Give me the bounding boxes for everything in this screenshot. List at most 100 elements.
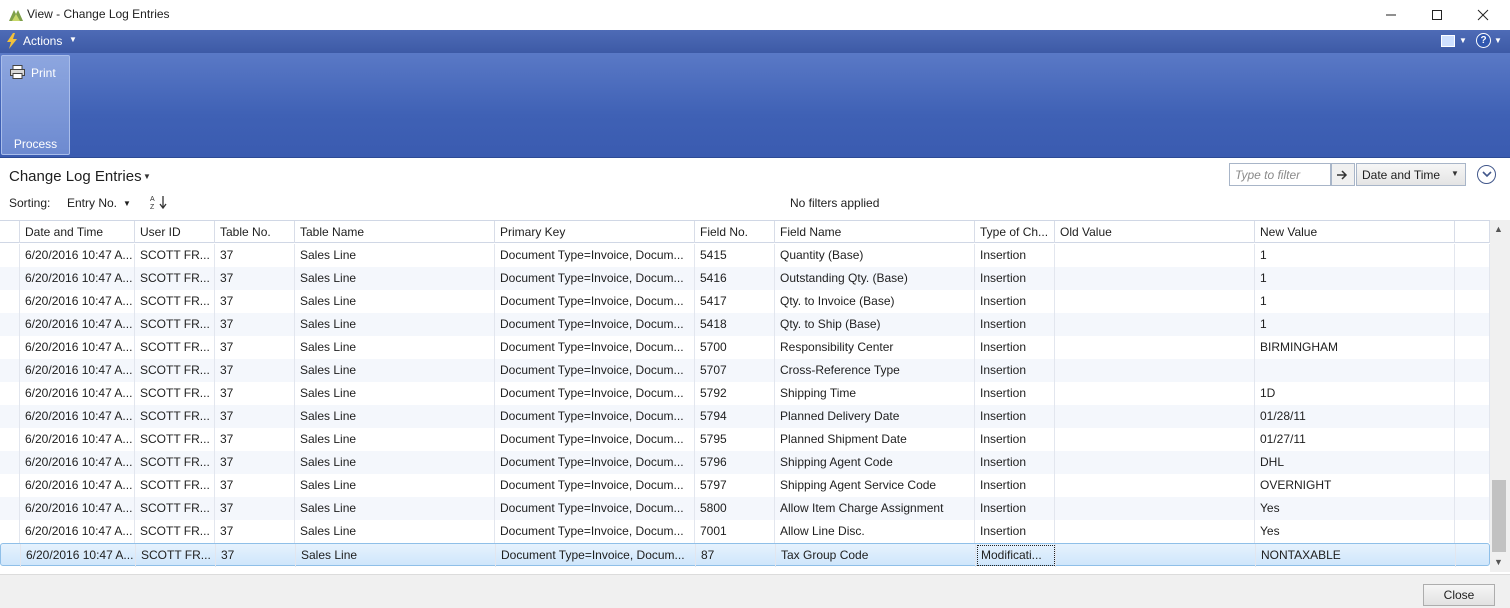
cell-type-of-change[interactable]: Insertion xyxy=(975,313,1055,336)
cell-field-name[interactable]: Allow Line Disc. xyxy=(775,520,975,543)
cell-type-of-change[interactable]: Insertion xyxy=(975,428,1055,451)
cell-new-value[interactable]: DHL xyxy=(1255,451,1455,474)
cell-user-id[interactable]: SCOTT FR... xyxy=(135,313,215,336)
apply-filter-button[interactable] xyxy=(1331,163,1355,186)
row-selector[interactable] xyxy=(0,474,20,497)
table-row[interactable]: 6/20/2016 10:47 A... SCOTT FR... 37 Sales L… xyxy=(0,336,1490,359)
cell-field-name[interactable]: Allow Item Charge Assignment xyxy=(775,497,975,520)
cell-primary-key[interactable]: Document Type=Invoice, Docum... xyxy=(495,520,695,543)
cell-table-name[interactable]: Sales Line xyxy=(295,290,495,313)
cell-field-name[interactable]: Qty. to Ship (Base) xyxy=(775,313,975,336)
row-selector[interactable] xyxy=(0,359,20,382)
cell-field-name[interactable]: Shipping Agent Code xyxy=(775,451,975,474)
chevron-down-icon[interactable]: ▼ xyxy=(69,35,77,44)
cell-field-no[interactable]: 5417 xyxy=(695,290,775,313)
table-row[interactable]: 6/20/2016 10:47 A... SCOTT FR... 37 Sales L… xyxy=(0,428,1490,451)
cell-new-value[interactable]: 1 xyxy=(1255,267,1455,290)
cell-date-time[interactable]: 6/20/2016 10:47 A... xyxy=(20,267,135,290)
cell-old-value[interactable] xyxy=(1055,313,1255,336)
cell-user-id[interactable]: SCOTT FR... xyxy=(136,544,216,567)
cell-field-no[interactable]: 87 xyxy=(696,544,776,567)
cell-new-value[interactable]: 1 xyxy=(1255,313,1455,336)
cell-primary-key[interactable]: Document Type=Invoice, Docum... xyxy=(495,267,695,290)
cell-table-name[interactable]: Sales Line xyxy=(295,313,495,336)
cell-field-no[interactable]: 5416 xyxy=(695,267,775,290)
table-row[interactable]: 6/20/2016 10:47 A... SCOTT FR... 37 Sales L… xyxy=(0,405,1490,428)
cell-primary-key[interactable]: Document Type=Invoice, Docum... xyxy=(495,290,695,313)
cell-old-value[interactable] xyxy=(1055,290,1255,313)
table-row[interactable]: 6/20/2016 10:47 A... SCOTT FR... 37 Sales L… xyxy=(0,267,1490,290)
cell-old-value[interactable] xyxy=(1055,474,1255,497)
cell-user-id[interactable]: SCOTT FR... xyxy=(135,336,215,359)
cell-field-no[interactable]: 5794 xyxy=(695,405,775,428)
cell-date-time[interactable]: 6/20/2016 10:47 A... xyxy=(20,474,135,497)
cell-type-of-change[interactable]: Insertion xyxy=(975,382,1055,405)
cell-table-no[interactable]: 37 xyxy=(215,451,295,474)
column-header[interactable]: Date and Time xyxy=(20,221,135,243)
printer-icon[interactable] xyxy=(10,65,25,79)
cell-old-value[interactable] xyxy=(1056,544,1256,567)
cell-field-name[interactable]: Outstanding Qty. (Base) xyxy=(775,267,975,290)
table-row[interactable]: 6/20/2016 10:47 A... SCOTT FR... 37 Sales L… xyxy=(0,382,1490,405)
cell-field-name[interactable]: Tax Group Code xyxy=(776,544,976,567)
cell-type-of-change[interactable]: Insertion xyxy=(975,474,1055,497)
cell-table-no[interactable]: 37 xyxy=(215,405,295,428)
row-selector[interactable] xyxy=(0,336,20,359)
cell-user-id[interactable]: SCOTT FR... xyxy=(135,382,215,405)
cell-type-of-change[interactable]: Insertion xyxy=(975,359,1055,382)
cell-field-no[interactable]: 5707 xyxy=(695,359,775,382)
row-selector[interactable] xyxy=(0,290,20,313)
filter-field-select[interactable]: Date and Time xyxy=(1356,163,1466,186)
filter-input[interactable]: Type to filter xyxy=(1229,163,1331,186)
table-row[interactable]: 6/20/2016 10:47 A... SCOTT FR... 37 Sales L… xyxy=(0,497,1490,520)
column-header[interactable]: New Value xyxy=(1255,221,1455,243)
cell-date-time[interactable]: 6/20/2016 10:47 A... xyxy=(20,428,135,451)
cell-old-value[interactable] xyxy=(1055,428,1255,451)
cell-date-time[interactable]: 6/20/2016 10:47 A... xyxy=(20,313,135,336)
cell-type-of-change[interactable]: Insertion xyxy=(975,451,1055,474)
cell-old-value[interactable] xyxy=(1055,497,1255,520)
cell-field-name[interactable]: Planned Shipment Date xyxy=(775,428,975,451)
help-icon[interactable]: ? xyxy=(1476,33,1491,48)
cell-field-no[interactable]: 5797 xyxy=(695,474,775,497)
cell-old-value[interactable] xyxy=(1055,244,1255,267)
column-header[interactable]: Type of Ch... xyxy=(975,221,1055,243)
cell-type-of-change[interactable]: Modificati... xyxy=(976,544,1056,567)
row-selector[interactable] xyxy=(0,497,20,520)
cell-new-value[interactable]: Yes xyxy=(1255,497,1455,520)
close-window-button[interactable] xyxy=(1460,0,1506,30)
cell-field-no[interactable]: 5800 xyxy=(695,497,775,520)
cell-primary-key[interactable]: Document Type=Invoice, Docum... xyxy=(495,451,695,474)
minimize-button[interactable] xyxy=(1368,0,1414,30)
row-selector[interactable] xyxy=(0,382,20,405)
cell-field-no[interactable]: 5418 xyxy=(695,313,775,336)
cell-new-value[interactable]: 1D xyxy=(1255,382,1455,405)
row-selector[interactable] xyxy=(0,267,20,290)
scroll-up-icon[interactable]: ▲ xyxy=(1494,224,1503,234)
row-selector[interactable] xyxy=(1,544,21,567)
layout-view-icon[interactable] xyxy=(1441,35,1455,47)
cell-primary-key[interactable]: Document Type=Invoice, Docum... xyxy=(495,336,695,359)
cell-date-time[interactable]: 6/20/2016 10:47 A... xyxy=(20,290,135,313)
cell-field-no[interactable]: 5700 xyxy=(695,336,775,359)
table-row[interactable]: 6/20/2016 10:47 A... SCOTT FR... 37 Sales L… xyxy=(0,543,1490,567)
cell-date-time[interactable]: 6/20/2016 10:47 A... xyxy=(20,359,135,382)
cell-table-no[interactable]: 37 xyxy=(215,244,295,267)
table-row[interactable]: 6/20/2016 10:47 A... SCOTT FR... 37 Sales L… xyxy=(0,359,1490,382)
cell-type-of-change[interactable]: Insertion xyxy=(975,244,1055,267)
cell-date-time[interactable]: 6/20/2016 10:47 A... xyxy=(20,520,135,543)
cell-date-time[interactable]: 6/20/2016 10:47 A... xyxy=(20,244,135,267)
cell-field-no[interactable]: 5796 xyxy=(695,451,775,474)
cell-user-id[interactable]: SCOTT FR... xyxy=(135,290,215,313)
table-row[interactable]: 6/20/2016 10:47 A... SCOTT FR... 37 Sales L… xyxy=(0,313,1490,336)
cell-date-time[interactable]: 6/20/2016 10:47 A... xyxy=(20,451,135,474)
cell-old-value[interactable] xyxy=(1055,520,1255,543)
cell-table-no[interactable]: 37 xyxy=(215,336,295,359)
chevron-down-icon[interactable]: ▼ xyxy=(1451,169,1459,178)
cell-user-id[interactable]: SCOTT FR... xyxy=(135,451,215,474)
cell-old-value[interactable] xyxy=(1055,267,1255,290)
cell-new-value[interactable]: OVERNIGHT xyxy=(1255,474,1455,497)
cell-primary-key[interactable]: Document Type=Invoice, Docum... xyxy=(495,474,695,497)
cell-field-no[interactable]: 5415 xyxy=(695,244,775,267)
cell-new-value[interactable]: 01/28/11 xyxy=(1255,405,1455,428)
